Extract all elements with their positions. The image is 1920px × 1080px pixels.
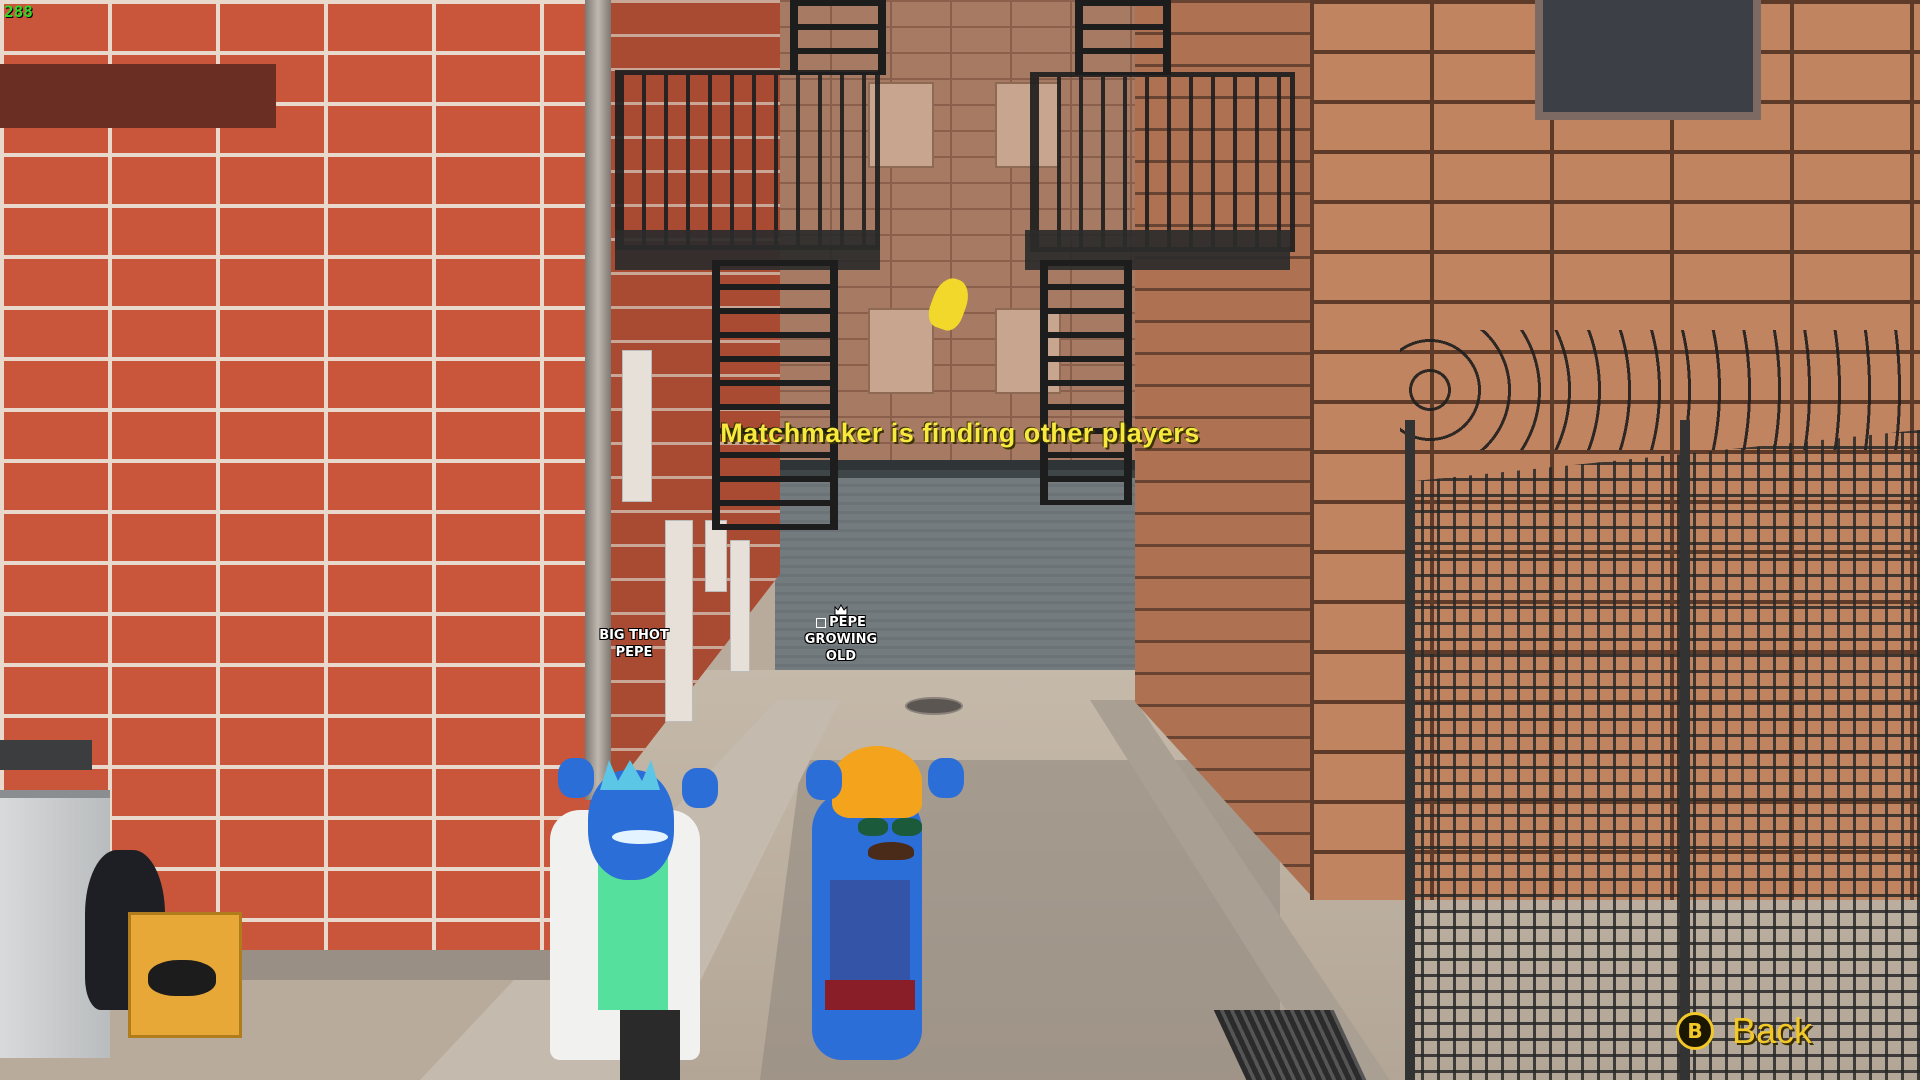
dumpster-lid <box>0 740 92 770</box>
back-wall-window <box>868 308 934 394</box>
player-name-line: BIG THOT <box>599 628 669 643</box>
pants <box>620 1010 680 1080</box>
manhole-cover <box>905 697 963 715</box>
raised-fist <box>682 768 718 808</box>
raised-fist <box>558 758 594 798</box>
fire-escape-stairs-left <box>712 260 838 530</box>
checkbox-icon <box>816 617 827 628</box>
raised-fist <box>806 760 842 800</box>
wall-poster <box>730 540 750 672</box>
fence-post <box>1405 420 1415 1080</box>
wall-sign-plank <box>0 64 276 128</box>
b-button-icon: B <box>1676 1012 1714 1050</box>
player-name-line: PEPE <box>796 614 886 631</box>
fps-counter: 288 <box>4 2 33 21</box>
chain-link-fence <box>1405 430 1920 1080</box>
fire-escape-railing-left <box>615 70 880 250</box>
raised-fist <box>928 758 964 798</box>
spiky-hair <box>600 760 660 790</box>
player-name-line: OLD <box>825 649 857 664</box>
back-label: Back <box>1732 1010 1813 1051</box>
eyes <box>612 830 668 844</box>
right-wall-window <box>1535 0 1761 120</box>
barbed-wire <box>1400 330 1920 450</box>
overalls <box>830 880 910 990</box>
hard-hat <box>832 746 922 818</box>
player-name-line: PEPE <box>615 645 653 660</box>
fire-escape-ladder-right <box>1075 0 1171 75</box>
sunglasses <box>892 818 922 836</box>
player-nameplate: BIG THOT PEPE <box>590 627 678 661</box>
shorts <box>825 980 915 1010</box>
player-nameplate-leader: PEPE GROWING OLD <box>796 614 886 665</box>
back-button[interactable]: B Back <box>1676 1010 1812 1052</box>
fire-escape-ladder-left <box>790 0 886 75</box>
wall-poster <box>665 520 693 722</box>
gang-beast-silhouette-icon <box>148 960 216 996</box>
wall-poster <box>705 520 727 592</box>
drain-pipe <box>585 0 611 800</box>
player-name-line: GROWING <box>804 632 878 647</box>
fence-post <box>1680 420 1690 1080</box>
fire-escape-stairs-right <box>1040 260 1132 505</box>
sunglasses <box>858 818 888 836</box>
matchmaking-status: Matchmaker is finding other players <box>720 418 1200 448</box>
mustache <box>868 842 914 860</box>
fire-escape-railing-right <box>1030 72 1295 252</box>
